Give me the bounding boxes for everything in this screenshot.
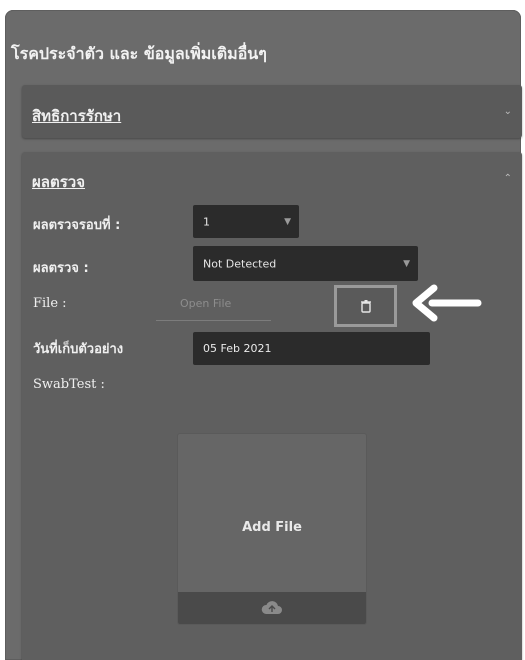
delete-file-button[interactable]	[337, 288, 394, 324]
result-select[interactable]: Not Detected ▼	[193, 246, 418, 281]
add-file-dropzone[interactable]: Add File	[177, 433, 367, 625]
add-file-label: Add File	[242, 520, 302, 535]
open-file-placeholder: Open File	[180, 297, 232, 310]
round-select-value: 1	[203, 215, 210, 228]
date-value: 05 Feb 2021	[203, 342, 272, 355]
trash-icon	[360, 300, 371, 313]
round-select[interactable]: 1 ▼	[193, 205, 299, 238]
chevron-down-icon: ▼	[403, 258, 410, 269]
accordion-rights[interactable]: สิทธิการรักษา ⌄	[22, 85, 522, 138]
cloud-upload-icon	[261, 601, 282, 614]
result-select-value: Not Detected	[203, 257, 277, 270]
highlight-frame	[334, 285, 397, 327]
page-title: โรคประจำตัว และ ข้อมูลเพิ่มเติมอื่นๆ	[11, 44, 267, 63]
arrow-left-icon	[412, 284, 482, 322]
swab-label: SwabTest :	[33, 377, 105, 392]
chevron-down-icon: ▼	[284, 216, 291, 227]
file-label: File :	[33, 296, 67, 311]
date-label: วันที่เก็บตัวอย่าง	[33, 342, 124, 357]
date-input[interactable]: 05 Feb 2021	[193, 332, 430, 365]
chevron-up-icon[interactable]: ⌃	[504, 174, 512, 184]
upload-button[interactable]	[178, 592, 366, 624]
chevron-down-icon[interactable]: ⌄	[504, 107, 512, 117]
result-label: ผลตรวจ :	[33, 261, 89, 276]
round-label: ผลตรวจรอบที่ :	[33, 218, 121, 233]
accordion-results-title[interactable]: ผลตรวจ	[32, 170, 85, 194]
open-file-input[interactable]: Open File	[156, 288, 271, 321]
accordion-rights-title[interactable]: สิทธิการรักษา	[32, 104, 121, 128]
